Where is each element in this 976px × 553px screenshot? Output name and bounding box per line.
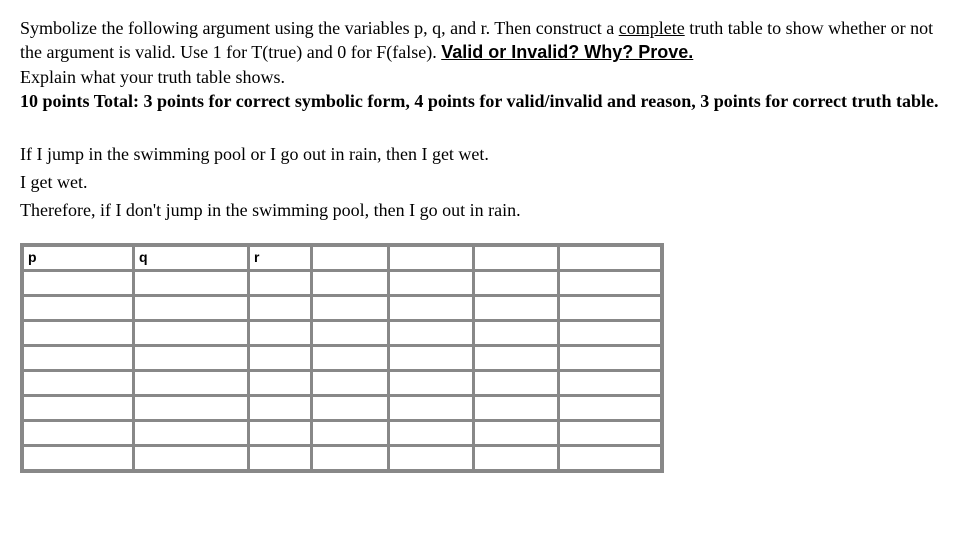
argument-block: If I jump in the swimming pool or I go o… [20, 141, 956, 225]
header-blank-1 [312, 246, 388, 270]
table-row [23, 371, 661, 395]
premise-1: If I jump in the swimming pool or I go o… [20, 141, 956, 169]
premise-2: I get wet. [20, 169, 956, 197]
instruction-text-1: Symbolize the following argument using t… [20, 18, 619, 38]
header-q: q [134, 246, 248, 270]
table-row [23, 421, 661, 445]
table-row [23, 296, 661, 320]
instructions-block: Symbolize the following argument using t… [20, 16, 956, 113]
table-row [23, 446, 661, 470]
conclusion: Therefore, if I don't jump in the swimmi… [20, 197, 956, 225]
truth-table: p q r [20, 243, 664, 473]
table-row [23, 271, 661, 295]
table-row [23, 346, 661, 370]
header-blank-3 [474, 246, 558, 270]
complete-underlined: complete [619, 18, 685, 38]
header-blank-4 [559, 246, 661, 270]
points-breakdown: 10 points Total: 3 points for correct sy… [20, 91, 939, 111]
valid-invalid-prompt: Valid or Invalid? Why? Prove. [441, 42, 693, 62]
header-r: r [249, 246, 311, 270]
table-row [23, 396, 661, 420]
table-header-row: p q r [23, 246, 661, 270]
instruction-explain: Explain what your truth table shows. [20, 67, 285, 87]
header-blank-2 [389, 246, 473, 270]
header-p: p [23, 246, 133, 270]
table-row [23, 321, 661, 345]
